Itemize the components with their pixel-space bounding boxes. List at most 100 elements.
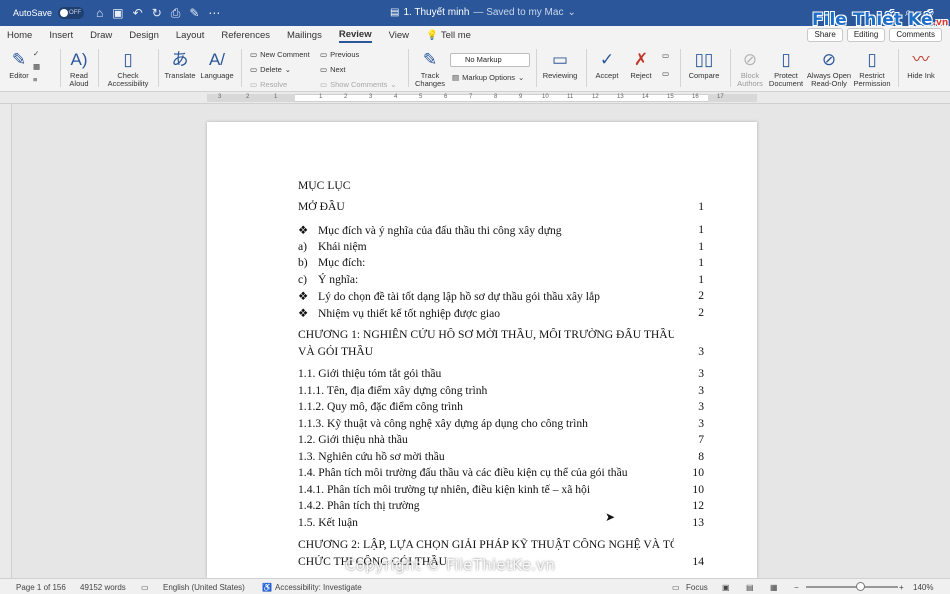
reviewing-pane-icon: ▭ bbox=[551, 50, 569, 69]
reject-icon: ✗ bbox=[633, 50, 649, 69]
word-count[interactable]: 49152 words bbox=[80, 583, 126, 592]
tab-draw[interactable]: Draw bbox=[90, 30, 112, 41]
tab-design[interactable]: Design bbox=[129, 30, 159, 41]
zoom-out-icon[interactable]: − bbox=[794, 583, 799, 592]
undo-icon[interactable]: ↶ bbox=[133, 6, 143, 21]
tab-layout[interactable]: Layout bbox=[176, 30, 205, 41]
reviewing-pane-button[interactable]: ▭ Reviewing bbox=[540, 50, 580, 80]
zoom-slider[interactable] bbox=[806, 586, 898, 588]
restrict-permission-button[interactable]: ▯ Restrict Permission bbox=[852, 50, 892, 88]
comments-button[interactable]: Comments bbox=[889, 28, 942, 42]
toc-entry[interactable]: 1.1.1. Tên, địa điểm xây dựng công trình… bbox=[298, 384, 704, 397]
print-icon[interactable]: ⎙ bbox=[171, 6, 181, 21]
new-comment-button[interactable]: ▭ New Comment bbox=[250, 50, 310, 59]
tab-mailings[interactable]: Mailings bbox=[287, 30, 322, 41]
mouse-pointer-icon: ➤ bbox=[605, 510, 616, 524]
zoom-slider-handle[interactable] bbox=[856, 582, 865, 591]
toc-entry[interactable]: 1.1.3. Kỹ thuật và công nghệ xây dựng áp… bbox=[298, 417, 704, 430]
next-change-button[interactable]: ▭ bbox=[662, 69, 669, 78]
autosave-control[interactable]: AutoSave OFF bbox=[13, 7, 85, 19]
document-title[interactable]: ▤ 1. Thuyết minh — Saved to my Mac ⌄ bbox=[390, 7, 576, 18]
toc-entry[interactable]: 1.2. Giới thiệu nhà thầu 7 bbox=[298, 433, 704, 446]
toc-entry[interactable]: CHƯƠNG 2: LẬP, LỰA CHỌN GIẢI PHÁP KỸ THU… bbox=[298, 538, 704, 551]
toc-entry[interactable]: c) Ý nghĩa: 1 bbox=[298, 273, 704, 286]
save-icon[interactable]: ▣ bbox=[112, 6, 123, 21]
editing-button[interactable]: Editing bbox=[846, 28, 886, 42]
edit-icon[interactable]: ✎ bbox=[189, 6, 199, 21]
document-page[interactable]: MỤC LỤC MỞ ĐẦU 1 ❖ Mục đích và ý nghĩa củ… bbox=[207, 122, 757, 578]
language-status[interactable]: English (United States) bbox=[163, 583, 245, 592]
more-icon[interactable]: ⋯ bbox=[208, 6, 220, 21]
focus-button[interactable]: Focus bbox=[686, 583, 708, 592]
markup-display-select[interactable]: No Markup bbox=[450, 53, 530, 67]
word-count-button[interactable]: ≡ bbox=[33, 75, 37, 84]
autosave-toggle[interactable]: OFF bbox=[58, 7, 85, 19]
editor-icon: ✎ bbox=[11, 50, 27, 69]
zoom-in-icon[interactable]: + bbox=[899, 583, 904, 592]
vertical-ruler[interactable] bbox=[0, 104, 12, 578]
read-aloud-button[interactable]: A) Read Aloud bbox=[66, 50, 92, 88]
always-open-read-only-button[interactable]: ⊘ Always Open Read-Only bbox=[806, 50, 852, 88]
toc-entry[interactable]: 1.4. Phân tích môi trường đấu thầu và cá… bbox=[298, 466, 704, 479]
compare-button[interactable]: ▯▯ Compare bbox=[686, 50, 722, 80]
protect-document-button[interactable]: ▯ Protect Document bbox=[768, 50, 804, 88]
toc-entry[interactable]: 1.4.2. Phân tích thị trường 12 bbox=[298, 499, 704, 512]
delete-comment-button[interactable]: ▭ Delete ⌄ bbox=[250, 65, 291, 74]
track-changes-button[interactable]: ✎ Track Changes bbox=[413, 50, 447, 88]
toc-entry[interactable]: ❖ Mục đích và ý nghĩa của đấu thầu thi cô… bbox=[298, 223, 704, 237]
next-comment-button[interactable]: ▭ Next bbox=[320, 65, 346, 74]
print-layout-icon[interactable]: ▣ bbox=[722, 583, 730, 592]
editor-button[interactable]: ✎ Editor bbox=[6, 50, 32, 80]
resolve-button[interactable]: ▭ Resolve bbox=[250, 80, 287, 89]
reject-button[interactable]: ✗ Reject bbox=[626, 50, 656, 80]
read-mode-icon[interactable]: ▦ bbox=[770, 583, 778, 592]
redo-icon[interactable]: ↻ bbox=[152, 6, 162, 21]
previous-comment-button[interactable]: ▭ Previous bbox=[320, 50, 359, 59]
tell-me[interactable]: 💡 Tell me bbox=[426, 30, 471, 41]
show-comments-button[interactable]: ▭ Show Comments ⌄ bbox=[320, 80, 397, 89]
share-button[interactable]: Share bbox=[807, 28, 843, 42]
toc-entry[interactable]: 1.5. Kết luận 13 bbox=[298, 516, 704, 529]
web-layout-icon[interactable]: ▤ bbox=[746, 583, 754, 592]
zoom-level[interactable]: 140% bbox=[913, 583, 933, 592]
previous-change-button[interactable]: ▭ bbox=[662, 51, 669, 60]
tab-view[interactable]: View bbox=[389, 30, 409, 41]
page-count[interactable]: Page 1 of 156 bbox=[16, 583, 66, 592]
accept-button[interactable]: ✓ Accept bbox=[592, 50, 622, 80]
ruler-right-margin[interactable] bbox=[708, 94, 757, 102]
tab-insert[interactable]: Insert bbox=[49, 30, 73, 41]
tab-home[interactable]: Home bbox=[7, 30, 32, 41]
accessibility-status[interactable]: Accessibility: Investigate bbox=[275, 583, 362, 592]
language-button[interactable]: A/ Language bbox=[199, 50, 235, 80]
toc-entry[interactable]: CHƯƠNG 1: NGHIÊN CỨU HỒ SƠ MỜI THẦU, MÔI… bbox=[298, 328, 704, 341]
translate-button[interactable]: あ Translate bbox=[163, 50, 197, 80]
toc-heading-text: MỤC LỤC bbox=[298, 179, 351, 192]
toc-entry[interactable]: ❖ Nhiệm vụ thiết kế tốt nghiệp được giao … bbox=[298, 306, 704, 320]
spelling-menu[interactable]: ✓ bbox=[33, 49, 39, 58]
toc-entry[interactable]: 1.3. Nghiên cứu hồ sơ mời thầu 8 bbox=[298, 450, 704, 463]
tab-references[interactable]: References bbox=[221, 30, 270, 41]
track-changes-icon: ✎ bbox=[422, 50, 438, 69]
horizontal-ruler[interactable]: 3 2 1 1 2 3 4 5 6 7 8 9 10 11 12 13 14 1… bbox=[0, 92, 950, 104]
check-accessibility-button[interactable]: ▯ Check Accessibility bbox=[104, 50, 152, 88]
block-authors-button[interactable]: ⊘ Block Authors bbox=[735, 50, 765, 88]
toc-heading: MỤC LỤC bbox=[298, 179, 704, 192]
toc-entry[interactable]: VÀ GÓI THẦU 3 bbox=[298, 345, 704, 358]
markup-options-button[interactable]: ▤ Markup Options ⌄ bbox=[452, 73, 524, 82]
home-icon[interactable]: ⌂ bbox=[96, 6, 103, 21]
accept-label: Accept bbox=[595, 71, 619, 80]
toc-entry[interactable]: ❖ Lý do chọn đề tài tốt dạng lập hồ sơ dự… bbox=[298, 289, 704, 303]
ruler-tick: 3 bbox=[218, 94, 222, 100]
read-only-icon: ⊘ bbox=[821, 50, 837, 69]
tab-review[interactable]: Review bbox=[338, 29, 372, 43]
toc-entry[interactable]: b) Mục đích: 1 bbox=[298, 256, 704, 269]
toc-entry[interactable]: 1.4.1. Phân tích môi trường tự nhiên, đi… bbox=[298, 483, 704, 496]
toc-entry[interactable]: 1.1. Giới thiệu tóm tắt gói thầu 3 bbox=[298, 367, 704, 380]
proofing-icon[interactable]: ▭ bbox=[141, 583, 149, 592]
toc-entry[interactable]: 1.1.2. Quy mô, đặc điểm công trình 3 bbox=[298, 400, 704, 413]
hide-ink-button[interactable]: 〰 Hide Ink bbox=[903, 50, 939, 80]
toc-entry[interactable]: a) Khái niệm 1 bbox=[298, 240, 704, 253]
toc-entry[interactable]: MỞ ĐẦU 1 bbox=[298, 200, 704, 213]
separator bbox=[730, 49, 731, 87]
thesaurus-button[interactable]: ▦ bbox=[33, 62, 40, 71]
